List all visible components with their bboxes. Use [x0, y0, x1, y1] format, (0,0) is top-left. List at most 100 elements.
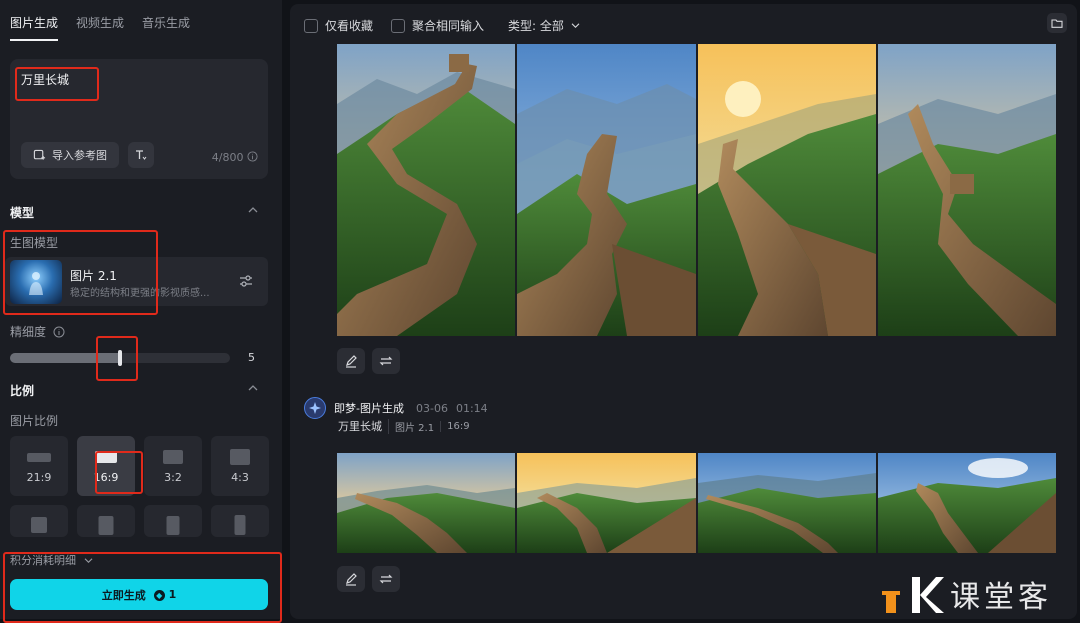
model-description: 稳定的结构和更强的影视质感...	[70, 288, 210, 299]
ratio-shape	[166, 516, 180, 535]
ratio-option-9-16[interactable]	[211, 505, 269, 537]
svg-text:课: 课	[950, 580, 980, 615]
figure-icon	[29, 272, 43, 295]
generation-date: 03-06	[415, 401, 448, 415]
ratio-sub-label: 图片比例	[10, 414, 59, 428]
generate-cost: ◆ 1	[153, 588, 177, 601]
edit-icon	[346, 573, 357, 586]
type-filter-dropdown[interactable]: 类型: 全部	[508, 17, 580, 34]
prompt-input[interactable]: 万里长城 导入参考图 4/800	[10, 59, 268, 179]
chevron-up-icon[interactable]	[248, 384, 258, 392]
generate-button[interactable]: 立即生成 ◆ 1	[10, 579, 268, 610]
checkbox-box	[391, 18, 406, 33]
regenerate-button[interactable]	[372, 566, 400, 592]
ratio-label: 4:3	[231, 471, 249, 484]
checkbox-box	[304, 18, 318, 33]
left-panel: 图片生成 视频生成 音乐生成 万里长城 导入参考图 4/800 模型 生图模型 …	[0, 0, 282, 619]
edit-button[interactable]	[337, 566, 365, 592]
detail-slider-fill	[10, 353, 120, 363]
ratio-option-1-1[interactable]	[10, 505, 68, 537]
detail-label-row: 精细度	[10, 323, 65, 340]
logo-watermark: 课 堂 客	[882, 577, 1048, 615]
settings-sliders-icon[interactable]	[238, 273, 254, 289]
prompt-text[interactable]: 万里长城	[21, 71, 69, 88]
ratio-tag: 16:9	[440, 420, 470, 432]
detail-slider-handle[interactable]	[118, 350, 122, 366]
ratio-shape	[163, 450, 183, 464]
detail-label: 精细度	[10, 325, 47, 339]
ratio-label: 21:9	[26, 471, 52, 484]
svg-text:客: 客	[1018, 580, 1048, 615]
credits-label: 积分消耗明细	[10, 554, 76, 567]
regenerate-button[interactable]	[372, 348, 400, 374]
ratio-shape	[31, 517, 47, 533]
app-avatar-icon	[304, 397, 326, 419]
model-name: 图片 2.1	[70, 269, 117, 283]
generated-image-3[interactable]	[698, 44, 876, 336]
ratio-option-2-3[interactable]	[144, 505, 202, 537]
star-icon	[309, 402, 321, 414]
filter-bar: 仅看收藏 聚合相同输入 类型: 全部	[304, 17, 580, 34]
generation-prompt[interactable]: 万里长城	[338, 418, 382, 434]
generate-cost-value: 1	[168, 588, 177, 601]
regenerate-icon	[379, 356, 393, 366]
ratio-option-16-9[interactable]: 16:9	[77, 436, 135, 496]
generated-image-5[interactable]	[337, 453, 515, 553]
chevron-up-icon[interactable]	[248, 206, 258, 214]
model-tag: 图片 2.1	[388, 418, 434, 434]
merge-inputs-label: 聚合相同输入	[412, 19, 485, 33]
ratio-option-4-3[interactable]: 4:3	[211, 436, 269, 496]
ratio-section-title: 比例	[10, 384, 35, 398]
ratio-option-3-4[interactable]	[77, 505, 135, 537]
model-sub-label: 生图模型	[10, 236, 59, 250]
folder-icon	[1051, 19, 1063, 28]
image-import-icon	[33, 149, 46, 160]
model-card[interactable]: 图片 2.1 稳定的结构和更强的影视质感...	[5, 257, 268, 306]
chevron-down-icon	[84, 558, 92, 564]
import-reference-button[interactable]: 导入参考图	[21, 142, 119, 168]
text-style-icon	[136, 150, 147, 160]
chevron-down-icon	[571, 23, 580, 29]
detail-slider[interactable]	[10, 350, 230, 366]
ratio-label: 16:9	[93, 471, 119, 484]
favorites-only-label: 仅看收藏	[325, 19, 374, 33]
merge-inputs-checkbox[interactable]: 聚合相同输入	[391, 17, 484, 34]
svg-text:堂: 堂	[984, 580, 1014, 615]
ratio-shape	[27, 453, 51, 462]
char-counter-value: 4/800	[211, 151, 244, 164]
ratio-option-21-9[interactable]: 21:9	[10, 436, 68, 496]
generation-time: 01:14	[455, 401, 488, 415]
tab-image-generation[interactable]: 图片生成	[10, 14, 59, 41]
generate-label: 立即生成	[101, 588, 146, 602]
ratio-option-3-2[interactable]: 3:2	[144, 436, 202, 496]
type-filter-label: 类型: 全部	[508, 19, 564, 33]
generated-image-1[interactable]	[337, 44, 515, 336]
import-reference-label: 导入参考图	[52, 149, 107, 162]
generation-header: 即梦-图片生成 03-06 01:14	[304, 397, 488, 419]
folder-button[interactable]	[1047, 13, 1067, 33]
generation-meta: 万里长城 图片 2.1 16:9	[338, 418, 470, 434]
char-counter: 4/800	[212, 151, 258, 164]
text-style-button[interactable]	[128, 142, 154, 168]
generated-image-7[interactable]	[698, 453, 876, 553]
favorites-only-checkbox[interactable]: 仅看收藏	[304, 17, 373, 34]
model-section-title: 模型	[10, 206, 35, 220]
tab-video-generation[interactable]: 视频生成	[76, 14, 124, 41]
edit-button[interactable]	[337, 348, 365, 374]
generation-title: 即梦-图片生成	[334, 402, 404, 415]
coin-icon: ◆	[153, 590, 165, 601]
ratio-label: 3:2	[164, 471, 182, 484]
info-icon	[53, 326, 65, 338]
credits-detail-toggle[interactable]: 积分消耗明细	[10, 552, 93, 568]
detail-value: 5	[248, 351, 255, 364]
mode-tabs: 图片生成 视频生成 音乐生成	[10, 14, 190, 41]
edit-icon	[346, 355, 357, 368]
generated-image-4[interactable]	[878, 44, 1056, 336]
generated-image-6[interactable]	[517, 453, 696, 553]
generated-image-8[interactable]	[878, 453, 1056, 553]
ratio-shape	[95, 451, 117, 463]
generated-image-2[interactable]	[517, 44, 696, 336]
tab-music-generation[interactable]: 音乐生成	[142, 14, 190, 41]
model-thumbnail	[10, 260, 62, 304]
ratio-shape	[234, 515, 246, 535]
